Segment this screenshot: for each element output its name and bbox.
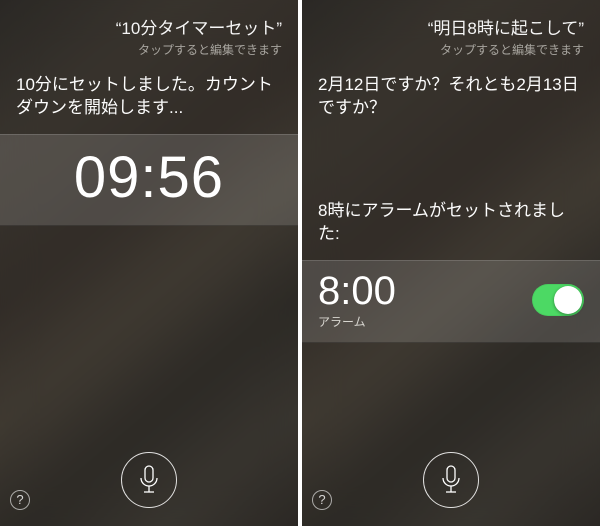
- help-button[interactable]: ?: [312, 490, 332, 510]
- timer-card[interactable]: 09:56: [0, 134, 298, 226]
- mic-button[interactable]: [121, 452, 177, 508]
- siri-screen-alarm: “明日8時に起こして” タップすると編集できます 2月12日ですか？それとも2月…: [302, 0, 600, 526]
- user-query-text: “10分タイマーセット”: [16, 14, 282, 39]
- user-query-block[interactable]: “10分タイマーセット” タップすると編集できます: [0, 0, 298, 68]
- alarm-toggle[interactable]: [532, 284, 584, 316]
- help-button[interactable]: ?: [10, 490, 30, 510]
- alarm-info: 8:00 アラーム: [318, 271, 396, 330]
- siri-confirm: 8時にアラームがセットされました:: [302, 194, 600, 260]
- content: “明日8時に起こして” タップすると編集できます 2月12日ですか？それとも2月…: [302, 0, 600, 526]
- spacer: [302, 134, 600, 194]
- user-query-text: “明日8時に起こして”: [318, 14, 584, 39]
- edit-hint: タップすると編集できます: [16, 41, 282, 58]
- alarm-time: 8:00: [318, 271, 396, 311]
- edit-hint: タップすると編集できます: [318, 41, 584, 58]
- content: “10分タイマーセット” タップすると編集できます 10分にセットしました。カウ…: [0, 0, 298, 526]
- siri-screen-timer: “10分タイマーセット” タップすると編集できます 10分にセットしました。カウ…: [0, 0, 298, 526]
- mic-icon: [138, 465, 160, 495]
- siri-clarify: 2月12日ですか？それとも2月13日ですか？: [302, 68, 600, 134]
- alarm-card[interactable]: 8:00 アラーム: [302, 260, 600, 343]
- user-query-block[interactable]: “明日8時に起こして” タップすると編集できます: [302, 0, 600, 68]
- siri-response: 10分にセットしました。カウントダウンを開始します...: [0, 68, 298, 134]
- mic-icon: [440, 465, 462, 495]
- mic-button[interactable]: [423, 452, 479, 508]
- toggle-knob: [554, 286, 582, 314]
- timer-value: 09:56: [16, 149, 282, 207]
- alarm-label: アラーム: [318, 313, 396, 330]
